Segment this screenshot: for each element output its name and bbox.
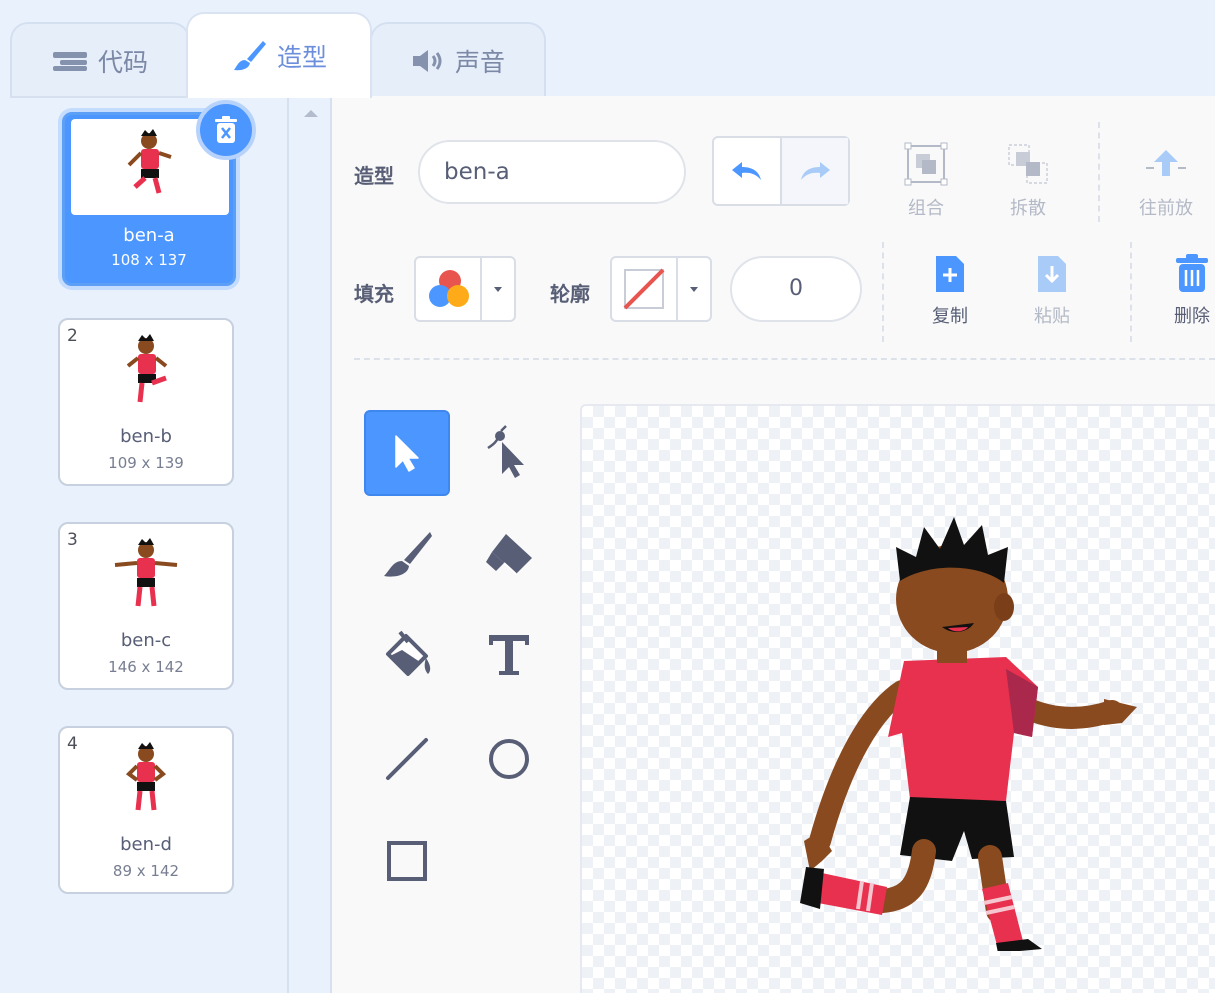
fill-label: 填充 bbox=[354, 282, 394, 306]
costume-name-label: 造型 bbox=[354, 164, 394, 188]
costume-size: 146 x 142 bbox=[108, 658, 184, 676]
line-tool[interactable] bbox=[364, 716, 450, 802]
divider bbox=[1130, 242, 1132, 342]
costume-item-ben-d[interactable]: 4 ben-d 89 x 142 bbox=[58, 726, 234, 894]
fill-color-icon bbox=[429, 270, 469, 307]
ungroup-button[interactable]: 拆散 bbox=[988, 134, 1068, 220]
tab-costumes[interactable]: 造型 bbox=[186, 12, 372, 98]
ungroup-label: 拆散 bbox=[1010, 198, 1046, 219]
group-icon bbox=[904, 142, 948, 186]
costume-name-input[interactable]: ben-a bbox=[418, 140, 686, 204]
eraser-icon bbox=[486, 534, 532, 575]
divider bbox=[1098, 122, 1100, 222]
costume-list-scrollbar[interactable] bbox=[287, 96, 332, 993]
delete-costume-button[interactable] bbox=[196, 100, 256, 160]
pointer-arrow-icon bbox=[395, 435, 419, 472]
rectangle-tool[interactable] bbox=[364, 818, 450, 904]
ben-costume-artwork bbox=[800, 517, 1137, 951]
outline-color-picker[interactable] bbox=[610, 256, 712, 322]
code-icon bbox=[52, 50, 88, 72]
costume-name: ben-b bbox=[120, 426, 172, 447]
costume-number: 3 bbox=[67, 530, 78, 550]
costume-number: 2 bbox=[67, 326, 78, 346]
paint-editor: 造型 ben-a 组合 拆散 往前放 填充 轮廓 0 复制 粘贴 删除 bbox=[332, 96, 1215, 993]
line-icon bbox=[386, 738, 428, 780]
costume-item-ben-c[interactable]: 3 ben-c 146 x 142 bbox=[58, 522, 234, 690]
fill-tool[interactable] bbox=[364, 612, 450, 698]
tab-code[interactable]: 代码 bbox=[10, 22, 190, 98]
costume-number: 1 bbox=[72, 121, 83, 141]
costume-name: ben-a bbox=[123, 225, 175, 246]
outline-label: 轮廓 bbox=[550, 282, 590, 306]
tab-bar: 代码 造型 声音 bbox=[0, 0, 1215, 98]
select-tool[interactable] bbox=[364, 410, 450, 496]
paste-button[interactable]: 粘贴 bbox=[1012, 252, 1092, 328]
tab-label: 声音 bbox=[454, 48, 505, 77]
copy-label: 复制 bbox=[932, 306, 968, 327]
trash-icon bbox=[1176, 254, 1208, 292]
trash-icon bbox=[215, 116, 237, 143]
eraser-tool[interactable] bbox=[466, 512, 552, 598]
costume-name: ben-c bbox=[120, 630, 172, 651]
redo-icon bbox=[801, 162, 830, 180]
group-button[interactable]: 组合 bbox=[886, 134, 966, 220]
redo-button[interactable] bbox=[780, 138, 848, 204]
chevron-down-icon bbox=[676, 258, 710, 320]
undo-icon bbox=[732, 162, 761, 180]
scroll-up-arrow-icon[interactable] bbox=[304, 110, 318, 117]
ungroup-icon bbox=[1008, 144, 1048, 184]
forward-button[interactable]: 往前放 bbox=[1126, 134, 1206, 220]
costume-size: 89 x 142 bbox=[112, 862, 180, 880]
group-label: 组合 bbox=[908, 198, 944, 219]
costume-name: ben-d bbox=[120, 834, 172, 855]
ben-kicking-thumbnail bbox=[126, 334, 168, 403]
forward-label: 往前放 bbox=[1139, 198, 1193, 219]
circle-tool[interactable] bbox=[466, 716, 552, 802]
ben-running-thumbnail bbox=[127, 129, 172, 194]
outline-width-input[interactable]: 0 bbox=[730, 256, 862, 322]
reshape-icon bbox=[487, 425, 524, 478]
reshape-tool[interactable] bbox=[466, 410, 552, 496]
copy-button[interactable]: 复制 bbox=[910, 252, 990, 328]
tab-label: 代码 bbox=[97, 48, 148, 77]
costume-size: 109 x 139 bbox=[108, 454, 184, 472]
undo-button[interactable] bbox=[714, 138, 780, 204]
fill-color-picker[interactable] bbox=[414, 256, 516, 322]
costume-editor-app: 代码 造型 声音 1 ben-a 108 x 137 2 ben-b 109 x… bbox=[0, 0, 1215, 993]
delete-button[interactable]: 删除 bbox=[1157, 252, 1215, 328]
ben-hands-on-hips-thumbnail bbox=[125, 742, 167, 811]
rectangle-icon bbox=[387, 841, 427, 881]
brush-icon bbox=[231, 39, 267, 73]
costume-size: 108 x 137 bbox=[111, 251, 187, 269]
text-t-icon bbox=[489, 635, 529, 675]
chevron-down-icon bbox=[480, 258, 514, 320]
costume-item-ben-b[interactable]: 2 ben-b 109 x 139 bbox=[58, 318, 234, 486]
brush-tool[interactable] bbox=[364, 512, 450, 598]
paste-icon bbox=[1038, 256, 1066, 292]
circle-icon bbox=[489, 739, 529, 779]
undo-redo-group bbox=[712, 136, 850, 206]
paste-label: 粘贴 bbox=[1034, 306, 1070, 327]
divider bbox=[882, 242, 884, 342]
paint-bucket-icon bbox=[386, 630, 431, 676]
tab-sounds[interactable]: 声音 bbox=[370, 22, 546, 98]
tab-label: 造型 bbox=[276, 43, 327, 72]
no-outline-icon bbox=[623, 268, 665, 310]
brush-icon bbox=[384, 532, 432, 577]
ben-arms-out-thumbnail bbox=[114, 538, 178, 607]
toolbar-divider bbox=[354, 358, 1215, 360]
delete-label: 删除 bbox=[1174, 306, 1210, 327]
copy-icon bbox=[936, 256, 964, 292]
costume-number: 4 bbox=[67, 734, 78, 754]
forward-icon bbox=[1146, 150, 1186, 176]
paint-canvas[interactable] bbox=[580, 404, 1215, 993]
text-tool[interactable] bbox=[466, 612, 552, 698]
speaker-icon bbox=[411, 48, 445, 74]
